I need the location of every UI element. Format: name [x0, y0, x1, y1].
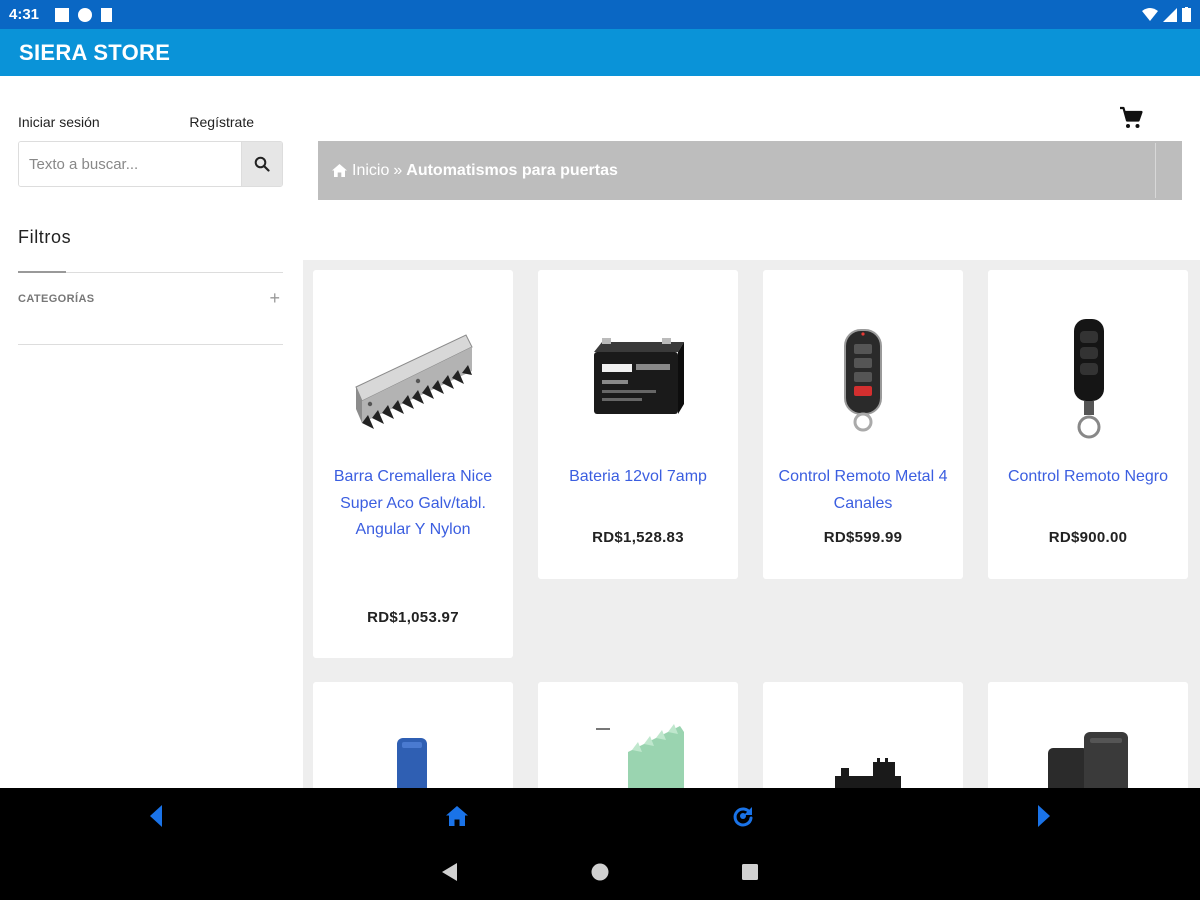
- key-fob-image: [1074, 319, 1104, 439]
- product-image[interactable]: [988, 300, 1188, 460]
- rack-bar-image: [355, 334, 473, 429]
- sd-card-icon: [101, 7, 113, 22]
- battery-icon: [1182, 7, 1191, 22]
- product-card[interactable]: [988, 682, 1188, 788]
- auth-links: Iniciar sesión Regístrate: [18, 114, 283, 130]
- categories-divider: [18, 344, 283, 345]
- back-arrow-icon: [150, 805, 162, 827]
- app-title: SIERA STORE: [19, 39, 171, 65]
- breadcrumb: Inicio » Automatismos para puertas: [318, 141, 1182, 200]
- search-box: [18, 141, 283, 187]
- recents-square-icon: [742, 864, 758, 880]
- product-card[interactable]: Control Remoto Metal 4 Canales RD$599.99: [763, 270, 963, 579]
- app-bar: SIERA STORE: [0, 29, 1200, 76]
- product-card[interactable]: [313, 682, 513, 788]
- forward-button[interactable]: [1030, 802, 1058, 830]
- product-image[interactable]: [763, 300, 963, 460]
- home-icon: [446, 806, 468, 826]
- expand-plus-icon: +: [269, 288, 280, 308]
- categories-toggle[interactable]: CATEGORÍAS +: [18, 288, 283, 309]
- product-price: RD$1,528.83: [592, 529, 684, 546]
- home-button[interactable]: [443, 802, 471, 830]
- shopping-cart-icon: [1120, 106, 1143, 128]
- system-home-button[interactable]: [589, 861, 611, 883]
- status-bar: 4:31: [0, 0, 1200, 29]
- status-indicators: [1142, 7, 1191, 22]
- product-image[interactable]: [588, 722, 688, 788]
- filters-underline: [18, 271, 66, 273]
- product-grid: Barra Cremallera Nice Super Aco Galv/tab…: [303, 260, 1200, 788]
- forward-arrow-icon: [1038, 805, 1050, 827]
- product-name[interactable]: Control Remoto Metal 4 Canales: [773, 464, 953, 517]
- product-image[interactable]: [833, 758, 903, 788]
- notification-icon: [55, 7, 70, 22]
- register-link[interactable]: Regístrate: [189, 114, 254, 130]
- product-image[interactable]: [1044, 724, 1134, 788]
- system-navigation-bar: [0, 844, 1200, 900]
- categories-label: CATEGORÍAS: [18, 292, 95, 305]
- search-icon: [254, 156, 270, 172]
- product-image[interactable]: [393, 736, 433, 788]
- product-name[interactable]: Barra Cremallera Nice Super Aco Galv/tab…: [323, 464, 503, 544]
- search-input[interactable]: [19, 142, 241, 186]
- home-circle-icon: [591, 863, 609, 881]
- product-image[interactable]: [538, 300, 738, 460]
- system-back-button[interactable]: [438, 861, 460, 883]
- back-triangle-icon: [442, 863, 457, 881]
- product-price: RD$599.99: [823, 529, 903, 546]
- product-name[interactable]: Bateria 12vol 7amp: [548, 464, 728, 491]
- app-notification-icon: [78, 7, 93, 22]
- product-card[interactable]: Barra Cremallera Nice Super Aco Galv/tab…: [313, 270, 513, 658]
- status-time: 4:31: [9, 6, 40, 23]
- product-card[interactable]: [763, 682, 963, 788]
- home-icon: [332, 164, 347, 177]
- reload-icon: [733, 807, 753, 827]
- breadcrumb-separator: »: [393, 161, 403, 179]
- product-card[interactable]: [538, 682, 738, 788]
- product-price: RD$900.00: [1048, 529, 1128, 546]
- breadcrumb-divider: [1155, 143, 1156, 198]
- search-button[interactable]: [241, 142, 282, 186]
- signal-icon: [1163, 7, 1177, 22]
- app-screen: 4:31 SIERA STORE Iniciar sesión Regístra…: [0, 0, 1200, 900]
- breadcrumb-home[interactable]: Inicio: [332, 162, 389, 180]
- login-link[interactable]: Iniciar sesión: [18, 114, 100, 130]
- cart-button[interactable]: [1117, 104, 1145, 132]
- web-navigation-bar: [0, 788, 1200, 844]
- wifi-icon: [1142, 7, 1158, 21]
- system-recents-button[interactable]: [739, 861, 761, 883]
- product-name[interactable]: Control Remoto Negro: [998, 464, 1178, 491]
- battery-image: [594, 338, 684, 414]
- product-price: RD$1,053.97: [367, 609, 459, 626]
- product-image[interactable]: [313, 300, 513, 460]
- filters-title: Filtros: [18, 227, 72, 247]
- breadcrumb-current: Automatismos para puertas: [406, 161, 618, 179]
- reload-button[interactable]: [729, 802, 757, 830]
- product-card[interactable]: Control Remoto Negro RD$900.00: [988, 270, 1188, 579]
- remote-control-image: [844, 329, 882, 432]
- back-button[interactable]: [142, 802, 170, 830]
- product-card[interactable]: Bateria 12vol 7amp RD$1,528.83: [538, 270, 738, 579]
- breadcrumb-home-label: Inicio: [352, 161, 390, 179]
